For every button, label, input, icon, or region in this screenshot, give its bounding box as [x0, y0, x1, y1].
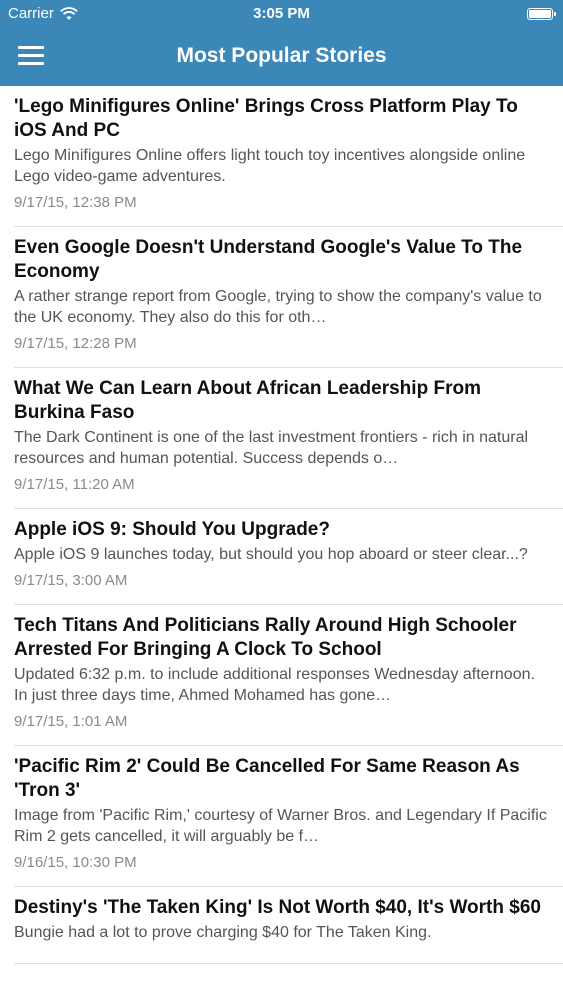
- menu-button[interactable]: [18, 44, 48, 68]
- story-title: Destiny's 'The Taken King' Is Not Worth …: [14, 897, 541, 918]
- story-title: Apple iOS 9: Should You Upgrade?: [14, 519, 330, 540]
- status-bar: Carrier 3:05 PM: [0, 0, 563, 30]
- story-date: 9/17/15, 12:38 PM: [14, 194, 137, 211]
- navigation-bar: Most Popular Stories: [0, 30, 563, 86]
- story-title: Even Google Doesn't Understand Google's …: [14, 237, 523, 282]
- story-title: 'Pacific Rim 2' Could Be Cancelled For S…: [14, 756, 520, 801]
- story-date: 9/17/15, 3:00 AM: [14, 572, 128, 589]
- story-summary: Bungie had a lot to prove charging $40 f…: [14, 924, 432, 941]
- story-title: 'Lego Minifigures Online' Brings Cross P…: [14, 96, 518, 141]
- hamburger-menu-icon: [18, 46, 44, 66]
- story-item[interactable]: Destiny's 'The Taken King' Is Not Worth …: [14, 887, 563, 964]
- story-date: 9/17/15, 12:28 PM: [14, 335, 137, 352]
- story-item[interactable]: What We Can Learn About African Leadersh…: [14, 368, 563, 509]
- story-date: 9/16/15, 10:30 PM: [14, 854, 137, 871]
- story-item[interactable]: Tech Titans And Politicians Rally Around…: [14, 605, 563, 746]
- story-item[interactable]: Apple iOS 9: Should You Upgrade? Apple i…: [14, 509, 563, 605]
- story-summary: Image from 'Pacific Rim,' courtesy of Wa…: [14, 807, 547, 845]
- story-item[interactable]: 'Pacific Rim 2' Could Be Cancelled For S…: [14, 746, 563, 887]
- story-list: 'Lego Minifigures Online' Brings Cross P…: [0, 86, 563, 964]
- battery-icon: [527, 8, 556, 20]
- story-item[interactable]: Even Google Doesn't Understand Google's …: [14, 227, 563, 368]
- top-bar: Carrier 3:05 PM Most Popular Stories: [0, 0, 563, 86]
- story-summary: Apple iOS 9 launches today, but should y…: [14, 546, 528, 563]
- story-date: 9/17/15, 1:01 AM: [14, 713, 128, 730]
- story-summary: Lego Minifigures Online offers light tou…: [14, 147, 526, 185]
- story-title: Tech Titans And Politicians Rally Around…: [14, 615, 517, 660]
- story-summary: Updated 6:32 p.m. to include additional …: [14, 666, 535, 704]
- page-title: Most Popular Stories: [176, 44, 387, 67]
- story-date: 9/17/15, 11:20 AM: [14, 476, 135, 493]
- story-item[interactable]: 'Lego Minifigures Online' Brings Cross P…: [14, 86, 563, 227]
- battery-level: [529, 10, 551, 18]
- story-summary: A rather strange report from Google, try…: [14, 288, 542, 326]
- app-screen: Carrier 3:05 PM Most Popular Stories 'Le…: [0, 0, 563, 1000]
- story-summary: The Dark Continent is one of the last in…: [14, 429, 529, 467]
- story-title: What We Can Learn About African Leadersh…: [14, 378, 481, 423]
- status-time: 3:05 PM: [253, 5, 310, 22]
